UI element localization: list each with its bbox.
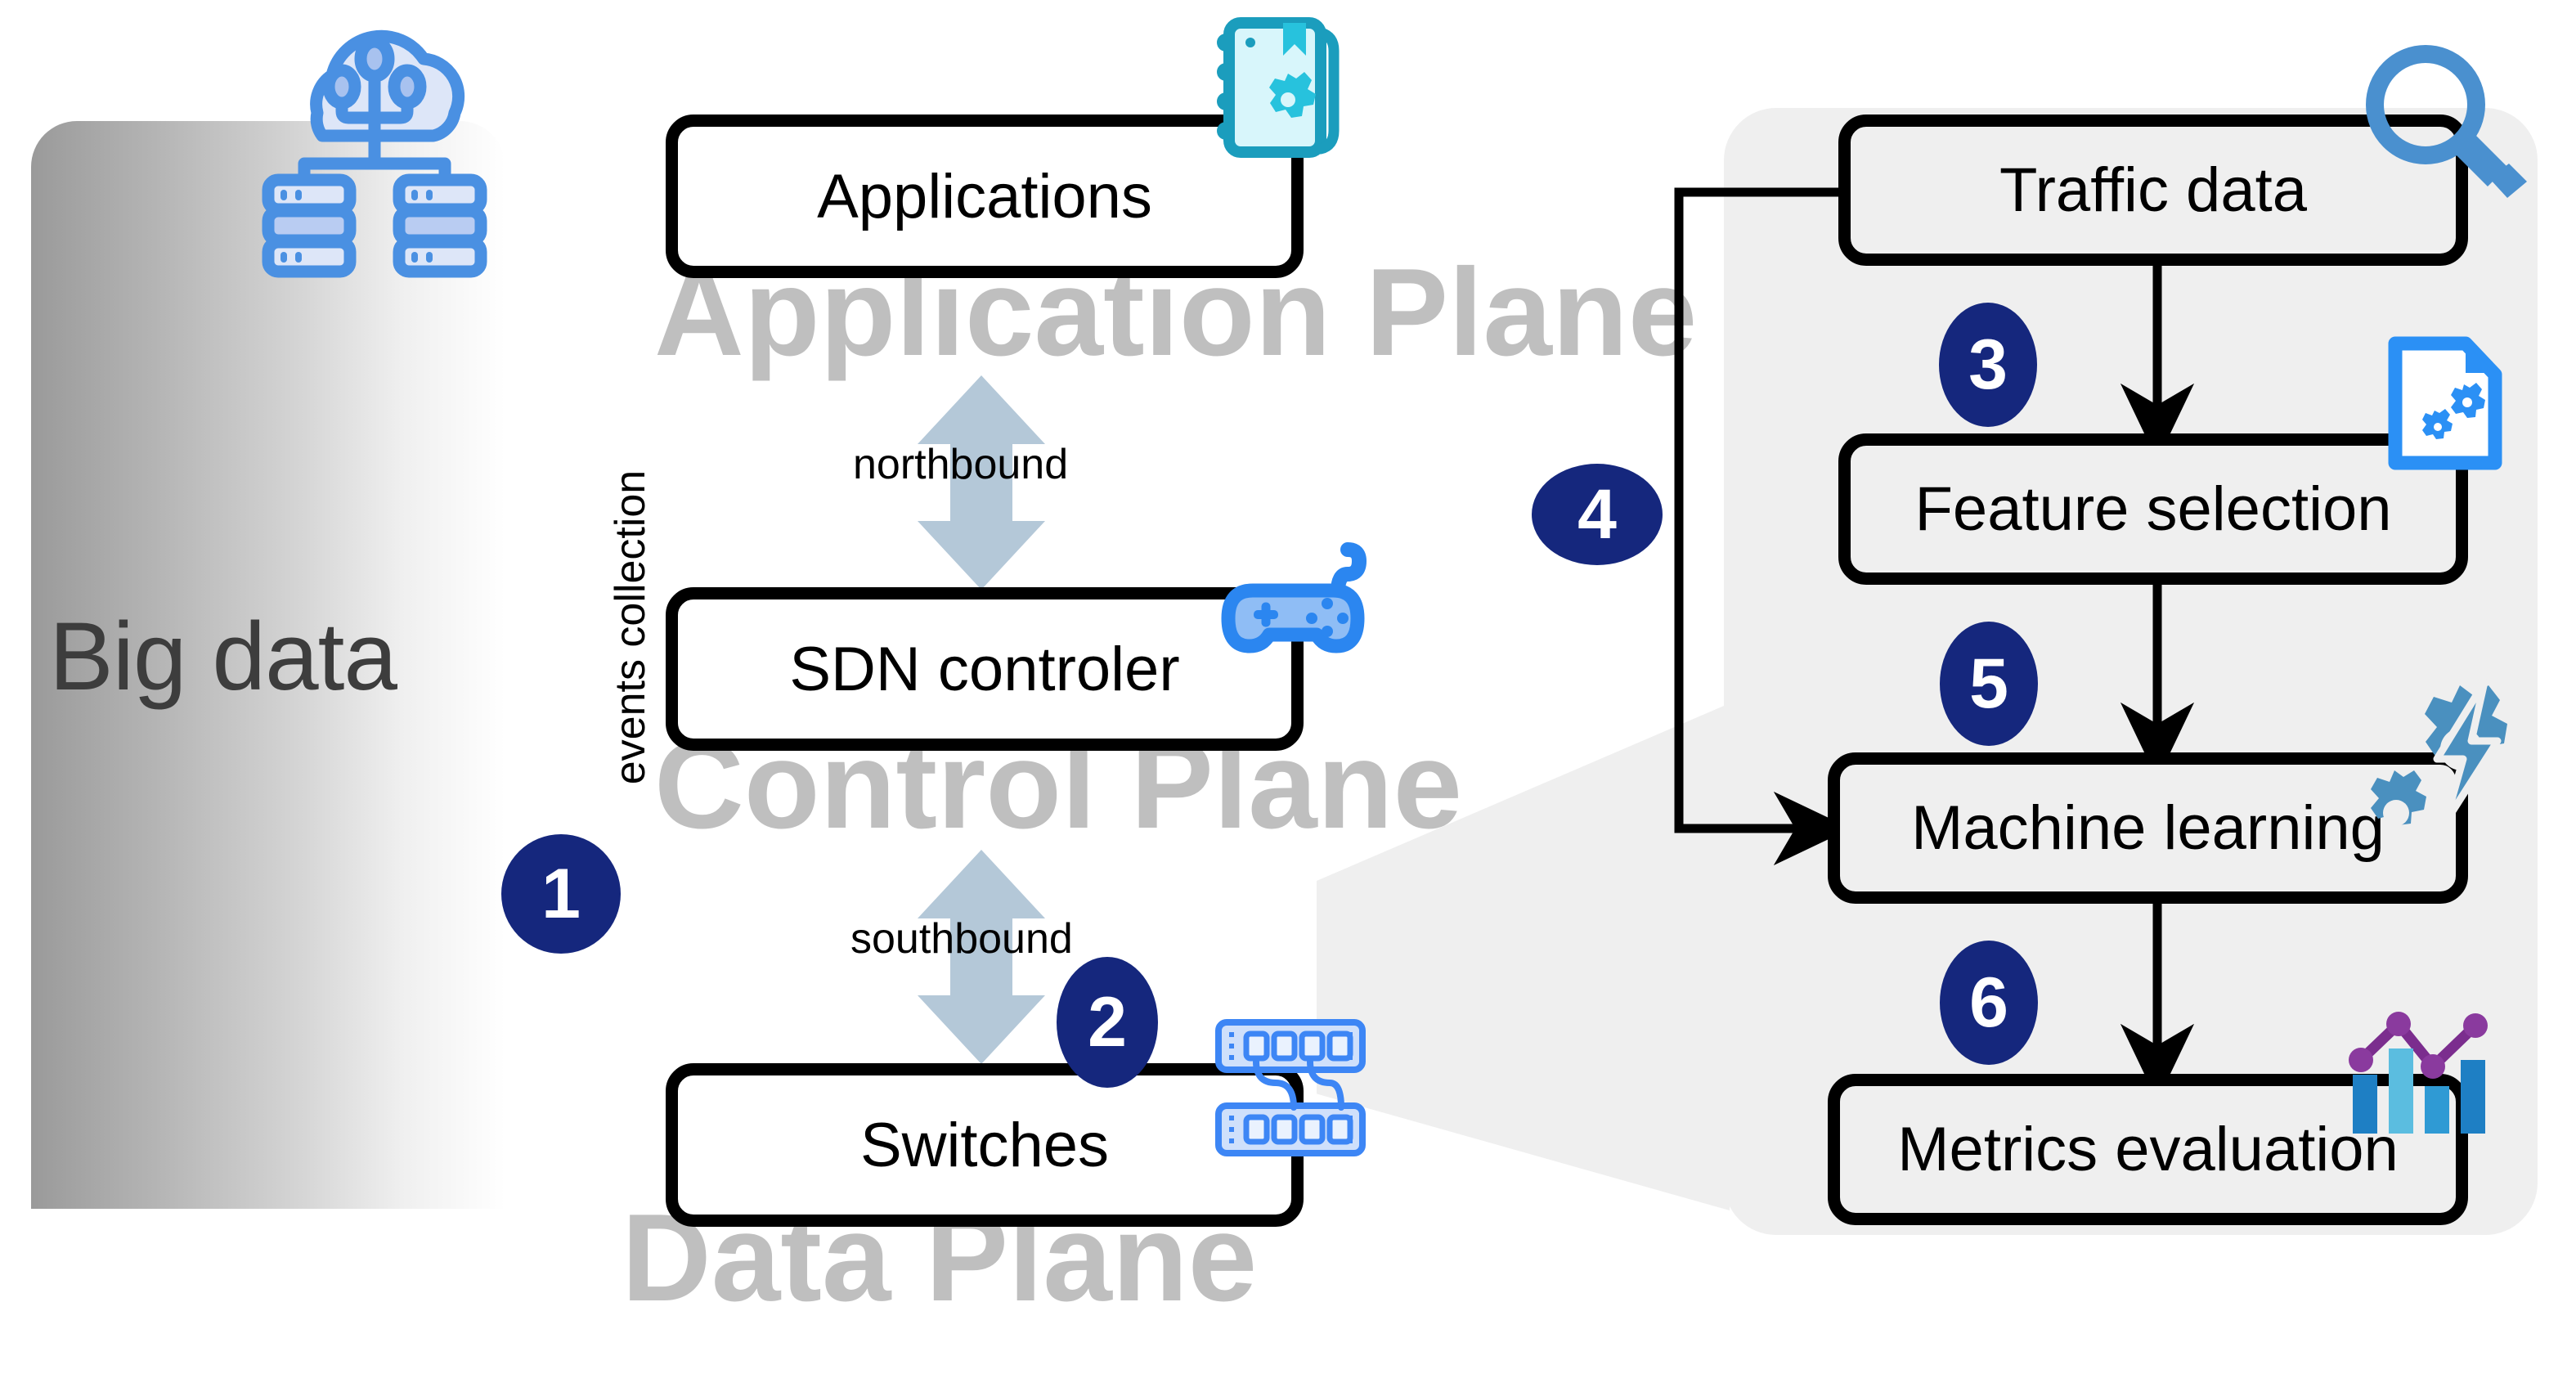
step-badge-4: 4 — [1532, 464, 1663, 565]
step-badge-3: 3 — [1939, 303, 2037, 427]
gear-lightning-icon — [2347, 671, 2535, 863]
step-badge-5: 5 — [1940, 622, 2038, 746]
box-switches-label: Switches — [859, 1110, 1110, 1180]
network-switch-icon — [1209, 1014, 1372, 1165]
big-data-label: Big data — [49, 603, 397, 711]
bar-line-chart-icon — [2343, 981, 2519, 1145]
document-gears-icon — [2376, 326, 2515, 485]
northbound-label: northbound — [853, 441, 1069, 488]
box-feature-selection-label: Feature selection — [1914, 474, 2392, 544]
box-machine-learning-label: Machine learning — [1911, 793, 2385, 863]
step-badge-2: 2 — [1057, 957, 1158, 1088]
magnifier-icon — [2354, 33, 2542, 225]
box-sdn-controler-label: SDN controler — [789, 634, 1180, 704]
box-switches[interactable]: Switches — [666, 1063, 1304, 1227]
box-feature-selection[interactable]: Feature selection — [1838, 433, 2468, 585]
step-badge-6: 6 — [1940, 941, 2038, 1065]
cloud-network-database-icon — [254, 8, 491, 290]
diagram-canvas: Big data Application Plane Control Plane… — [0, 0, 2576, 1374]
box-metrics-evaluation-label: Metrics evaluation — [1897, 1115, 2399, 1184]
box-sdn-controler[interactable]: SDN controler — [666, 587, 1304, 751]
gamepad-icon — [1218, 540, 1382, 699]
notebook-gear-icon — [1198, 8, 1345, 176]
box-applications-label: Applications — [817, 161, 1152, 231]
events-collection-label: events collection — [607, 469, 654, 785]
step-badge-1: 1 — [501, 834, 621, 954]
southbound-label: southbound — [850, 915, 1073, 963]
box-traffic-data-label: Traffic data — [1999, 155, 2307, 225]
